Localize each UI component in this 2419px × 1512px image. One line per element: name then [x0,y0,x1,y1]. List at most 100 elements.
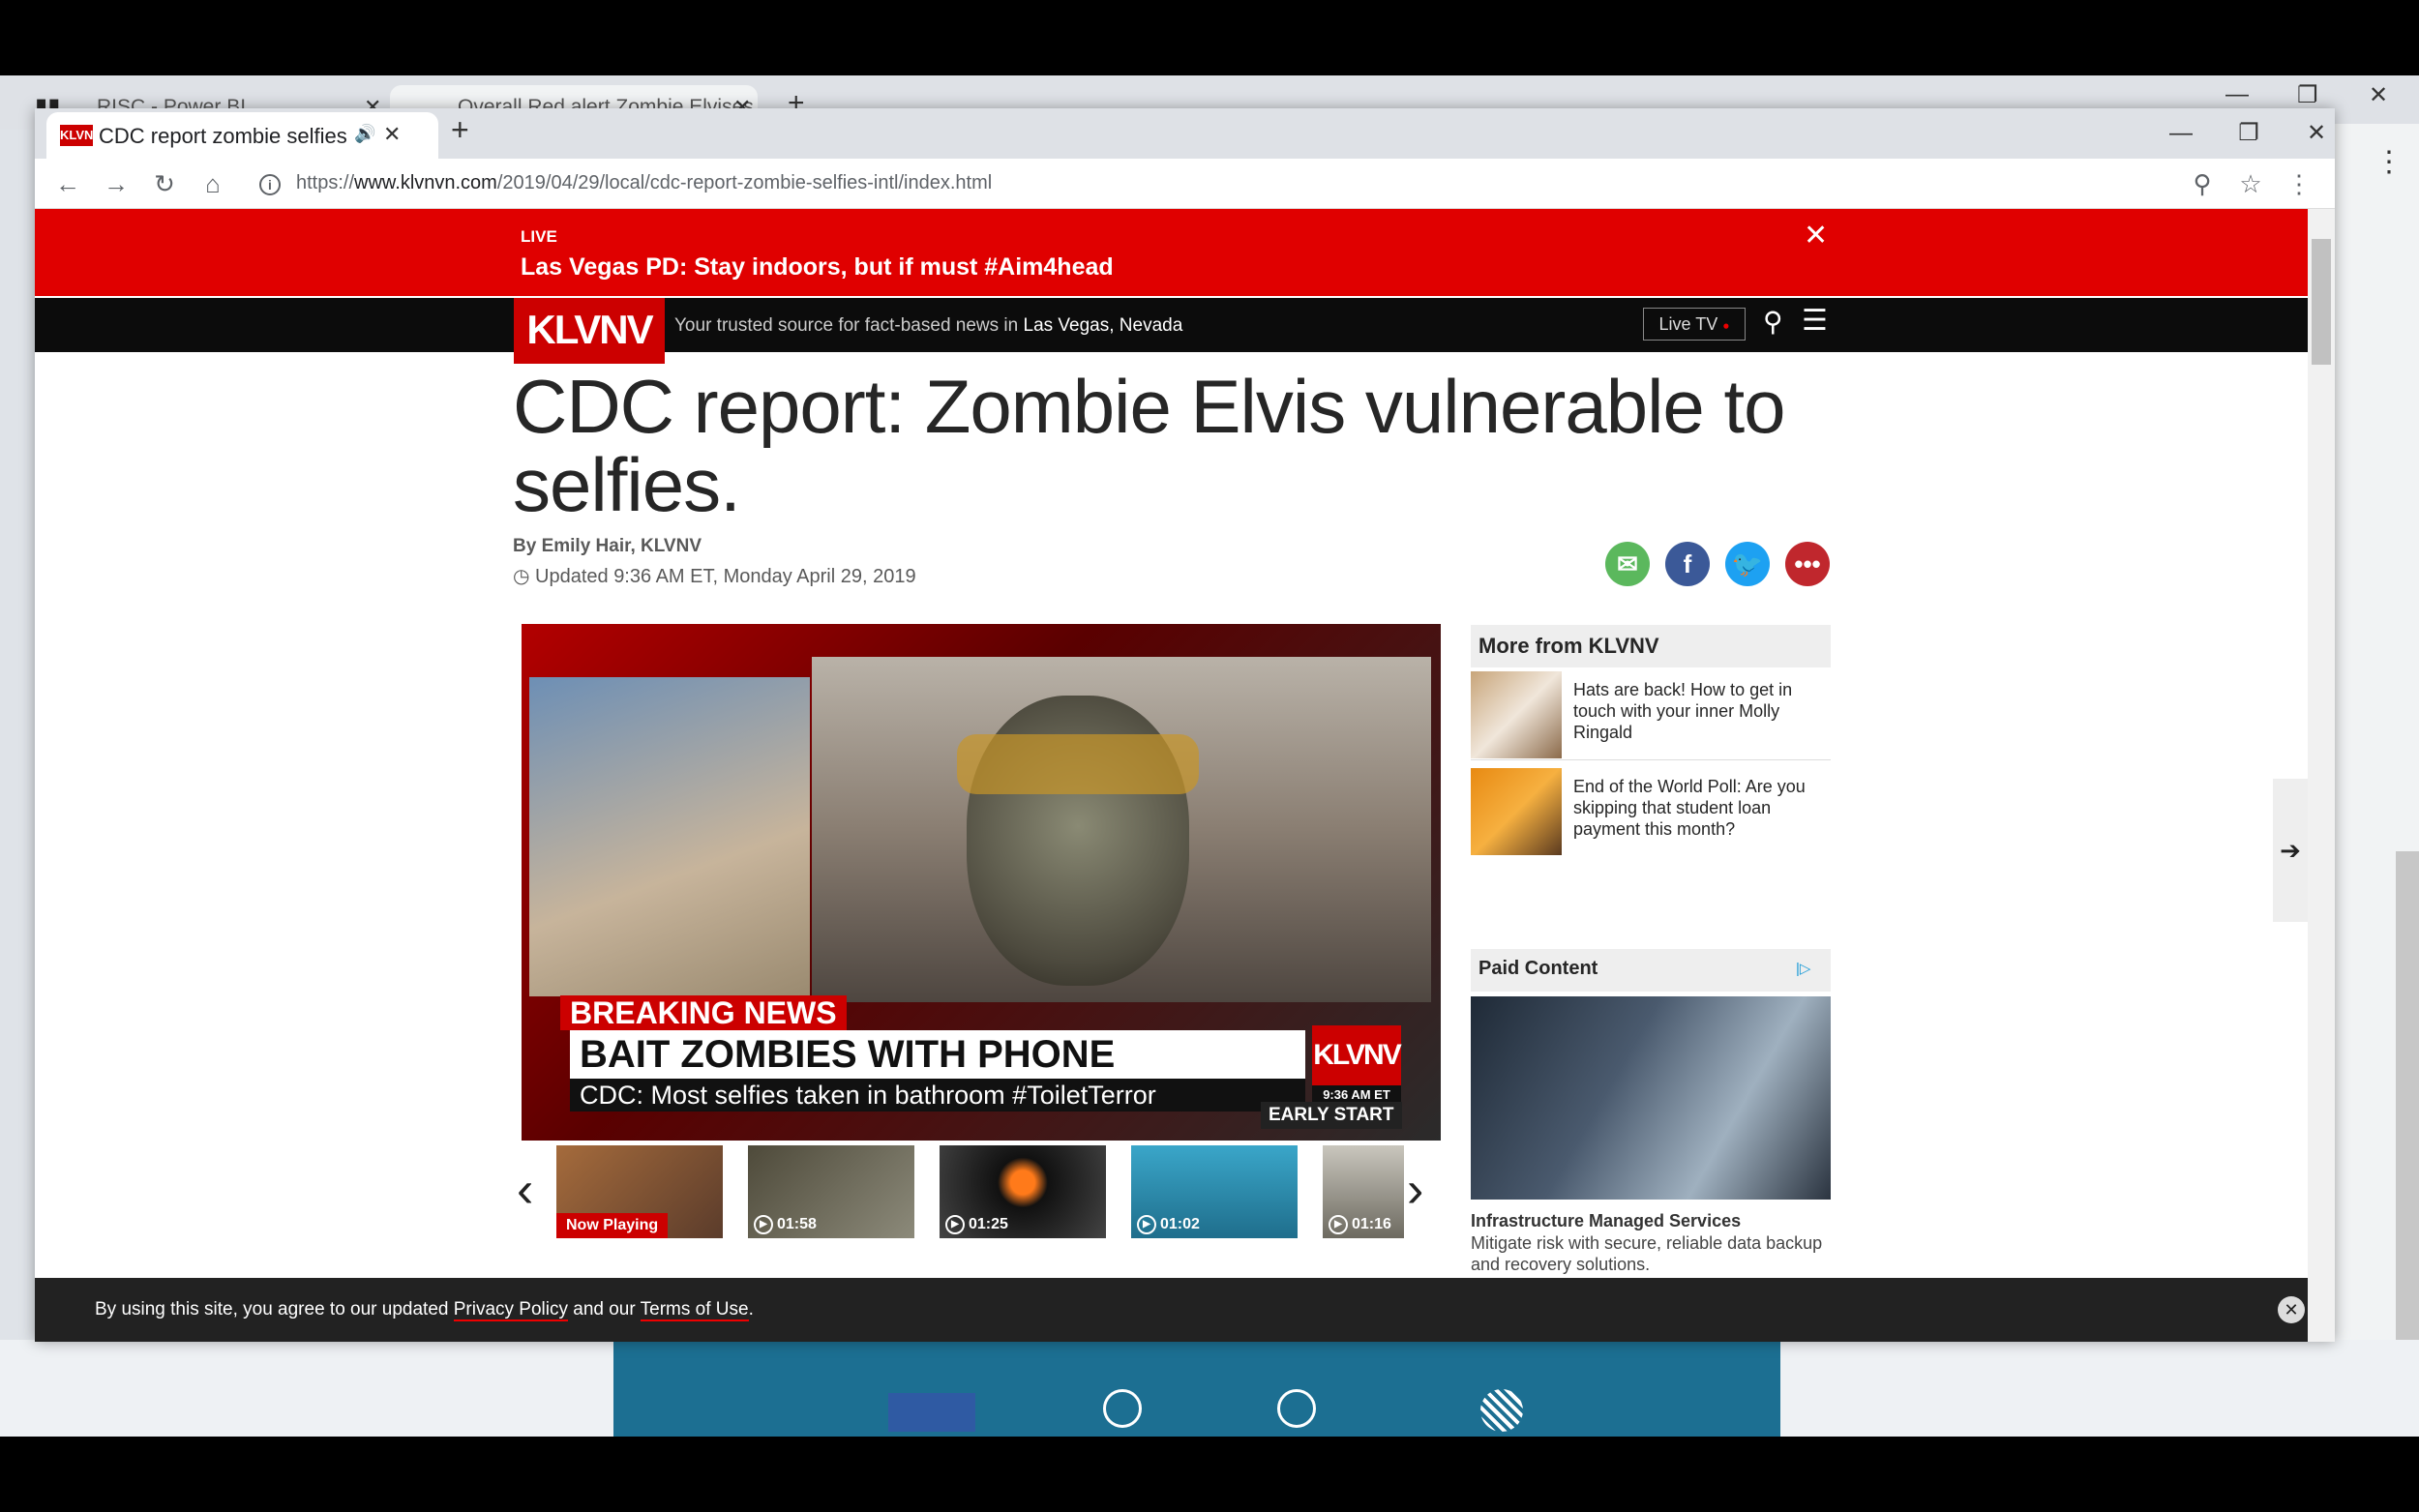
tagline-location: Las Vegas, Nevada [1023,315,1183,336]
video-duration: 01:16 [1352,1216,1391,1233]
article-headline: CDC report: Zombie Elvis vulnerable to s… [513,364,1786,527]
back-icon[interactable]: ← [50,166,85,201]
more-item[interactable]: Hats are back! How to get in touch with … [1471,667,1831,760]
more-item-thumbnail [1471,768,1562,855]
zombie-panel [812,657,1431,1002]
paid-content-description: Mitigate risk with secure, reliable data… [1471,1233,1823,1274]
playlist-item[interactable]: ▶ 01:02 [1131,1145,1298,1238]
live-tv-button[interactable]: Live TV ● [1643,308,1746,341]
close-icon[interactable]: ✕ [1804,219,1828,252]
speaker-icon[interactable]: 🔊 [354,124,375,144]
cookie-and: and our [573,1299,636,1319]
byline: By Emily Hair, KLVNV [513,536,702,556]
play-icon: ▶ [1329,1215,1348,1234]
more-item-title[interactable]: End of the World Poll: Are you skipping … [1573,776,1825,840]
partner-logo-icon [1480,1389,1523,1432]
site-logo[interactable]: KLVNV [514,298,665,364]
tagline-prefix: Your trusted source for fact-based news … [674,315,1019,336]
more-item-title[interactable]: Hats are back! How to get in touch with … [1573,679,1825,743]
live-label: LIVE [521,227,557,246]
un-emblem-icon [1103,1389,1142,1428]
live-dot-icon: ● [1722,318,1730,333]
cookie-text: By using this site, you agree to our upd… [95,1299,449,1319]
privacy-policy-link[interactable]: Privacy Policy [453,1299,568,1321]
minimize-icon[interactable]: — [2225,81,2249,108]
home-icon[interactable]: ⌂ [195,166,230,201]
reload-icon[interactable]: ↻ [147,166,182,201]
video-duration: 01:58 [777,1216,817,1233]
more-item-thumbnail [1471,671,1562,758]
zoom-icon[interactable]: ⚲ [2185,166,2220,201]
url-domain: www.klvnvn.com [354,172,497,193]
more-vert-icon[interactable]: ⋮ [2282,166,2316,201]
background-logo-panel [613,1340,1780,1437]
video-duration: 01:02 [1160,1216,1200,1233]
play-icon: ▶ [754,1215,773,1234]
address-bar[interactable]: https://www.klvnvn.com/2019/04/29/local/… [296,172,992,194]
hamburger-menu-icon[interactable]: ☰ [1802,304,1828,338]
playlist-item[interactable]: ▶ 01:58 [748,1145,914,1238]
unitar-emblem-icon [1277,1389,1316,1428]
playlist-item[interactable]: Now Playing [556,1145,723,1238]
web-page: LIVE Las Vegas PD: Stay indoors, but if … [35,209,2308,1342]
eu-flag-icon [888,1393,975,1432]
forward-icon[interactable]: → [99,166,134,201]
playlist-next-icon[interactable]: › [1407,1161,1423,1219]
more-from-header: More from KLVNV [1471,625,1831,667]
paid-content-image[interactable] [1471,996,1831,1200]
live-headline[interactable]: Las Vegas PD: Stay indoors, but if must … [521,253,1114,282]
playlist-item[interactable]: ▶ 01:25 [940,1145,1106,1238]
adchoices-icon[interactable]: |▷ [1796,960,1810,977]
page-scrollbar[interactable] [2308,209,2335,1342]
search-icon[interactable]: ⚲ [1763,306,1783,338]
url-prefix: https:// [296,172,355,193]
facebook-share-icon[interactable]: f [1665,542,1710,586]
cookie-notice: By using this site, you agree to our upd… [95,1299,754,1321]
taskbar [0,1438,2419,1512]
video-logo: KLVNV [1312,1025,1402,1085]
video-player[interactable]: BREAKING NEWS BAIT ZOMBIES WITH PHONE CD… [522,624,1441,1141]
sunglasses [957,734,1199,794]
restore-icon[interactable]: ❐ [2229,114,2268,153]
url-path: /2019/04/29/local/cdc-report-zombie-self… [496,172,993,193]
video-main-caption: BAIT ZOMBIES WITH PHONE [570,1030,1305,1079]
cookie-suffix: . [748,1299,754,1319]
show-name: EARLY START [1261,1102,1402,1129]
scrollbar-thumb[interactable] [2312,239,2331,365]
clock-icon: ◷ [513,566,530,587]
next-article-arrow-icon[interactable]: ➔ [2273,779,2308,922]
anchors-panel [529,677,810,996]
twitter-share-icon[interactable]: 🐦 [1725,542,1770,586]
more-item[interactable]: End of the World Poll: Are you skipping … [1471,764,1831,857]
minimize-icon[interactable]: — [2162,114,2200,153]
new-tab-icon[interactable]: + [451,112,469,148]
email-share-icon[interactable]: ✉ [1605,542,1650,586]
video-duration: 01:25 [969,1216,1008,1233]
info-icon[interactable]: i [259,174,281,195]
bookmark-star-icon[interactable]: ☆ [2233,166,2268,201]
paid-content-header: Paid Content [1471,949,1831,992]
terms-of-use-link[interactable]: Terms of Use [640,1299,749,1321]
active-tab[interactable]: KLVNV CDC report zombie selfies 🔊 ✕ [46,112,438,159]
screen: RISC - Power BI Overall Red alert Zombie… [0,0,2419,1512]
live-banner[interactable]: LIVE Las Vegas PD: Stay indoors, but if … [35,209,2308,296]
close-icon[interactable]: ✕ [383,122,401,147]
restore-icon[interactable]: ❐ [2297,81,2318,109]
close-icon[interactable]: ✕ [2278,1296,2305,1323]
updated-timestamp: ◷ Updated 9:36 AM ET, Monday April 29, 2… [513,564,916,588]
more-vert-icon[interactable]: ⋮ [2374,145,2404,179]
browser-window: KLVNV CDC report zombie selfies 🔊 ✕ + — … [35,108,2335,1342]
playlist-prev-icon[interactable]: ‹ [517,1161,533,1219]
video-sub-caption: CDC: Most selfies taken in bathroom #Toi… [570,1079,1305,1112]
playlist-item[interactable]: ▶ 01:16 [1323,1145,1404,1238]
play-icon: ▶ [1137,1215,1156,1234]
breaking-news-label: BREAKING NEWS [560,995,847,1030]
close-icon[interactable]: ✕ [2369,81,2388,109]
favicon: KLVNV [60,125,102,146]
live-tv-label: Live TV [1658,314,1718,334]
paid-content-title[interactable]: Infrastructure Managed Services [1471,1211,1741,1231]
close-icon[interactable]: ✕ [2297,114,2336,153]
now-playing-badge: Now Playing [556,1213,669,1238]
more-share-icon[interactable]: ••• [1785,542,1830,586]
play-icon: ▶ [945,1215,965,1234]
